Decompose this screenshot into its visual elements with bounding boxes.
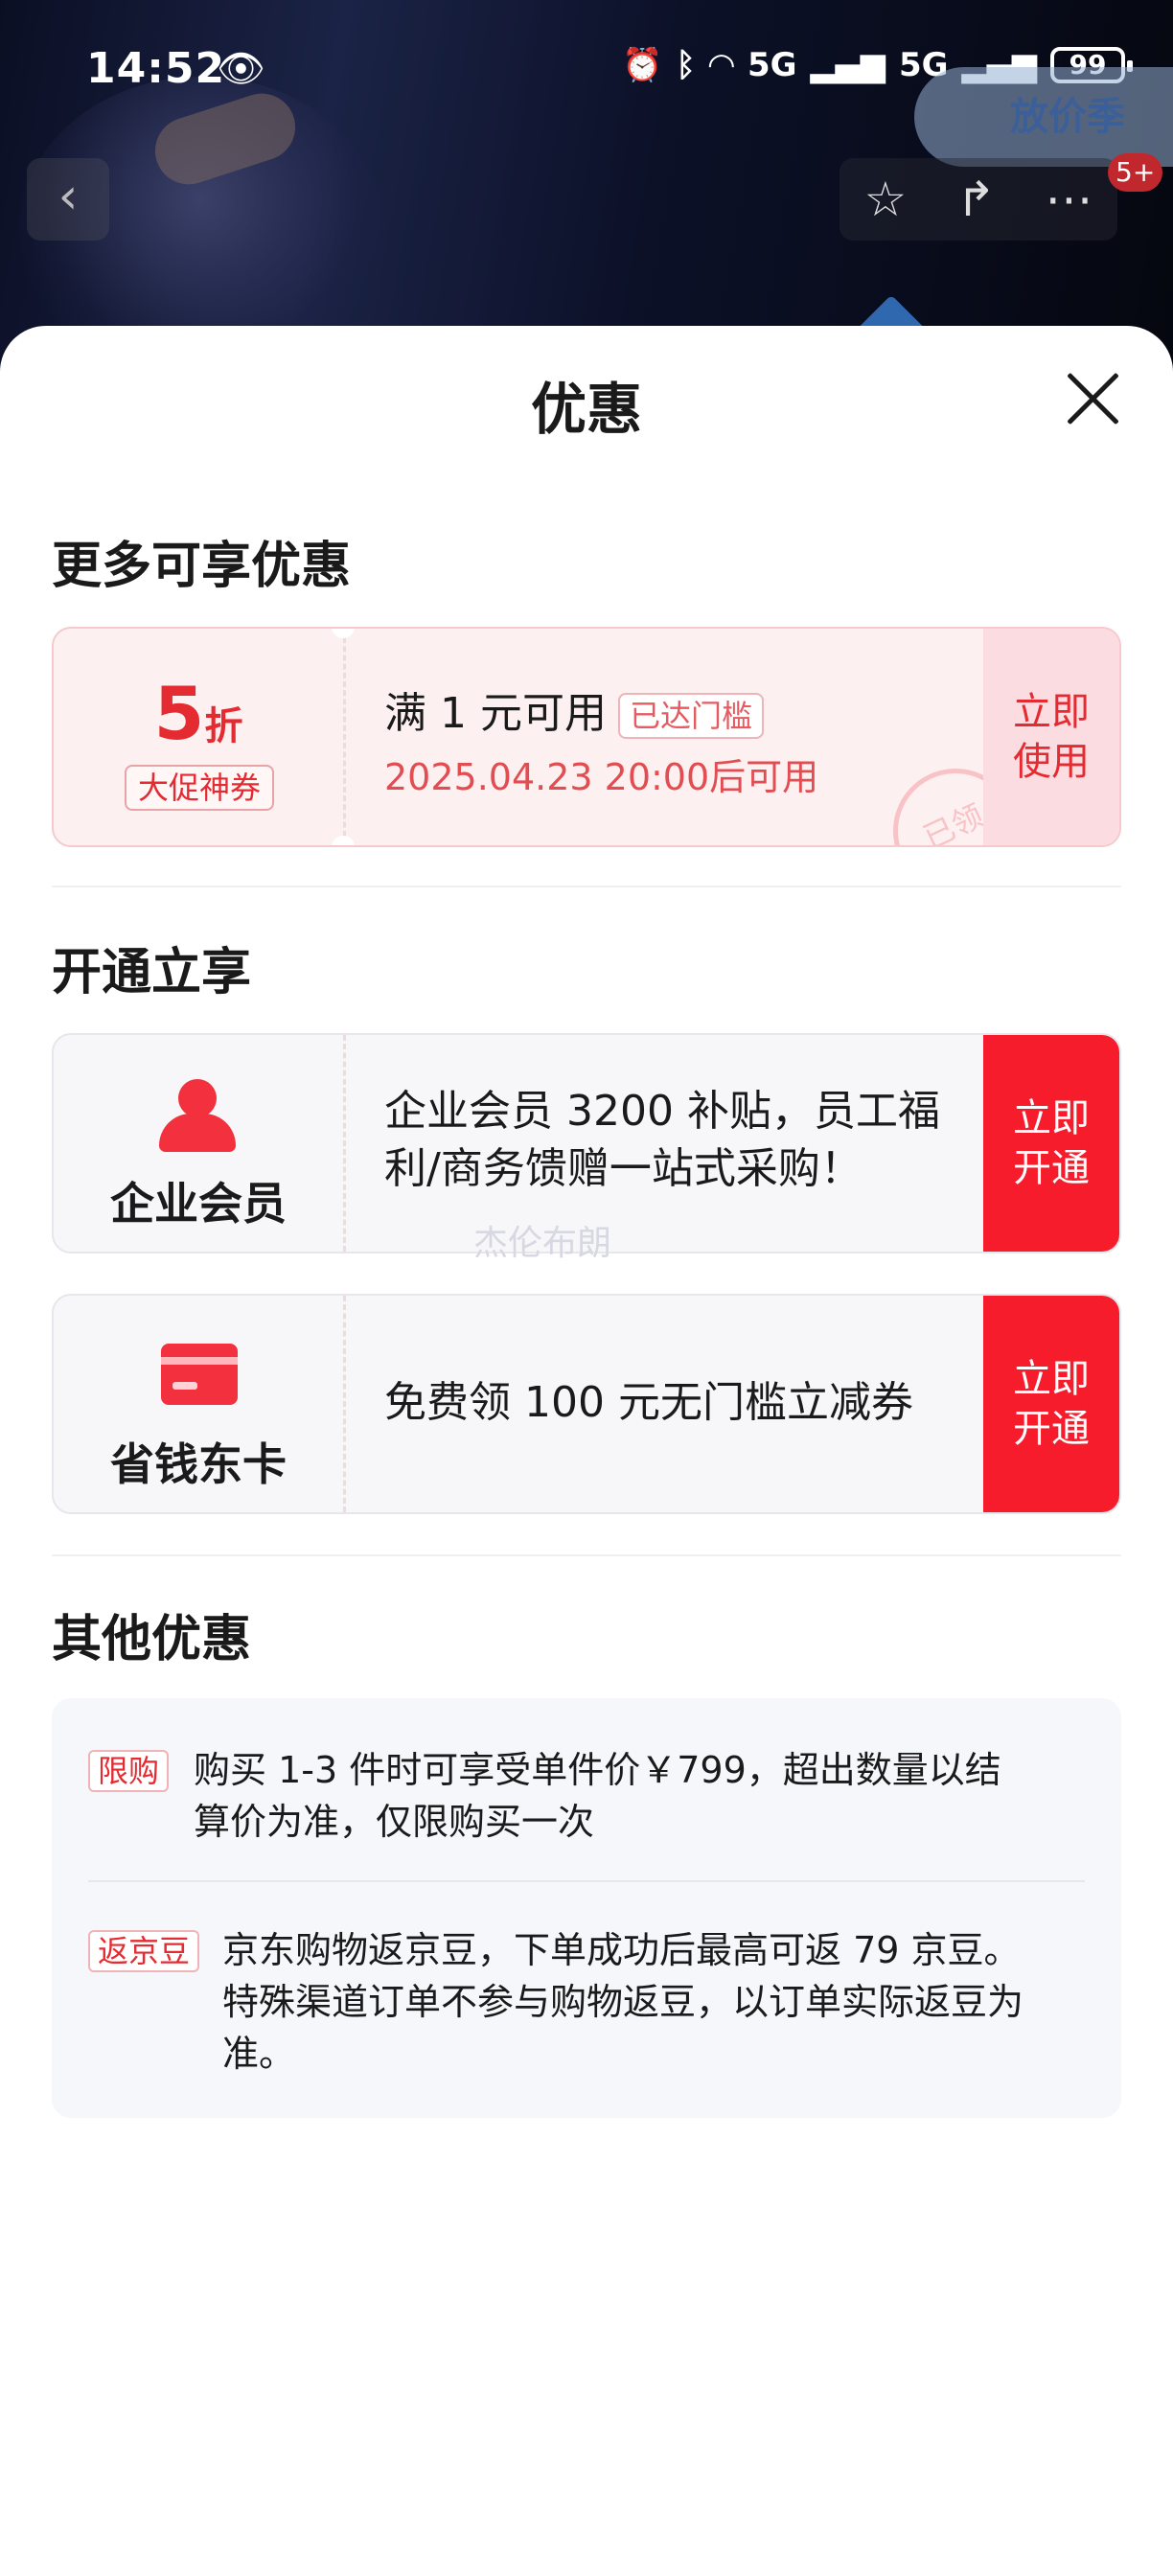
member-label: 省钱东卡 xyxy=(110,1438,287,1490)
section-title-more: 更多可享优惠 xyxy=(52,538,352,595)
chevron-left-icon: ‹ xyxy=(58,168,79,225)
coupon-condition: 满 1 元可用 已达门槛 xyxy=(384,678,764,740)
section-title-other: 其他优惠 xyxy=(52,1611,252,1668)
price-season-badge[interactable]: 放价季 xyxy=(914,67,1173,167)
coupon-time: 2025.04.23 20:00后可用 xyxy=(384,756,819,798)
use-now-label: 立即 使用 xyxy=(1013,690,1090,784)
coupon-card[interactable]: 5折 大促神券 满 1 元可用 已达门槛 2025.04.23 20:00后可用 … xyxy=(52,627,1121,847)
threshold-badge: 已达门槛 xyxy=(617,693,764,739)
offer-tag: 限购 xyxy=(88,1750,170,1792)
offers-divider xyxy=(88,1880,1085,1882)
savings-card[interactable]: 省钱东卡 免费领 100 元无门槛立减券 立即 开通 xyxy=(52,1294,1121,1514)
eye-icon: 👁 xyxy=(217,47,265,91)
member-text: 免费领 100 元无门槛立减券 xyxy=(384,1378,913,1427)
status-time: 14:52 xyxy=(86,44,226,93)
bluetooth-icon: ᛒ xyxy=(676,46,696,84)
other-offer-row: 返京豆 京东购物返京豆，下单成功后最高可返 79 京豆。特殊渠道订单不参与购物返… xyxy=(88,1924,1085,2097)
close-icon[interactable] xyxy=(1062,368,1123,429)
member-info: 免费领 100 元无门槛立减券 xyxy=(343,1296,983,1512)
member-text: 企业会员 3200 补贴，员工福利/商务馈赠一站式采购！ xyxy=(384,1087,940,1193)
coupon-left: 5折 大促神券 xyxy=(54,629,343,845)
back-button[interactable]: ‹ xyxy=(27,158,109,241)
discount-value: 5 xyxy=(153,671,205,756)
signal-icon: ▂▄▆ xyxy=(810,46,886,84)
open-now-button[interactable]: 立即 开通 xyxy=(983,1035,1119,1252)
offer-text: 京东购物返京豆，下单成功后最高可返 79 京豆。特殊渠道订单不参与购物返豆，以订… xyxy=(222,1929,1024,2075)
other-offers-panel: 限购 购买 1-3 件时可享受单件价￥799，超出数量以结算价为准，仅限购买一次… xyxy=(52,1698,1121,2118)
signal-label: 5G xyxy=(747,46,797,84)
member-left: 企业会员 xyxy=(54,1035,343,1252)
star-icon[interactable]: ☆ xyxy=(864,172,908,227)
coupon-condition-text: 满 1 元可用 xyxy=(384,689,607,738)
coupon-info: 满 1 元可用 已达门槛 2025.04.23 20:00后可用 xyxy=(343,629,983,845)
sheet-title: 优惠 xyxy=(530,377,642,442)
offer-tag: 返京豆 xyxy=(88,1930,200,1972)
offer-text: 购买 1-3 件时可享受单件价￥799，超出数量以结算价为准，仅限购买一次 xyxy=(194,1749,1001,1843)
member-label: 企业会员 xyxy=(110,1178,287,1230)
divider xyxy=(52,1554,1121,1556)
nav-actions: ☆ ↱ ⋯ xyxy=(840,158,1117,241)
card-icon xyxy=(161,1344,238,1405)
watermark: 杰伦布朗 xyxy=(473,1224,612,1263)
member-info: 企业会员 3200 补贴，员工福利/商务馈赠一站式采购！ xyxy=(343,1035,983,1252)
open-now-button[interactable]: 立即 开通 xyxy=(983,1296,1119,1512)
person-icon xyxy=(159,1079,236,1152)
coupon-discount: 5折 xyxy=(54,671,343,756)
open-now-label: 立即 开通 xyxy=(1013,1357,1090,1451)
offers-sheet: 优惠 更多可享优惠 5折 大促神券 满 1 元可用 已达门槛 2025.04.23… xyxy=(0,326,1173,2576)
more-icon[interactable]: ⋯ xyxy=(1045,172,1092,227)
alarm-icon: ⏰ xyxy=(622,46,663,84)
use-now-button[interactable]: 立即 使用 xyxy=(983,629,1119,845)
coupon-tag: 大促神券 xyxy=(125,765,274,811)
divider xyxy=(52,886,1121,887)
wifi-icon: ◠ xyxy=(708,46,734,84)
section-title-open: 开通立享 xyxy=(52,944,252,1001)
message-count-badge: 5+ xyxy=(1108,153,1163,192)
discount-unit: 折 xyxy=(204,704,243,748)
member-left: 省钱东卡 xyxy=(54,1296,343,1512)
open-now-label: 立即 开通 xyxy=(1013,1096,1090,1190)
other-offer-row: 限购 购买 1-3 件时可享受单件价￥799，超出数量以结算价为准，仅限购买一次 xyxy=(88,1744,1085,1859)
share-icon[interactable]: ↱ xyxy=(955,172,996,227)
